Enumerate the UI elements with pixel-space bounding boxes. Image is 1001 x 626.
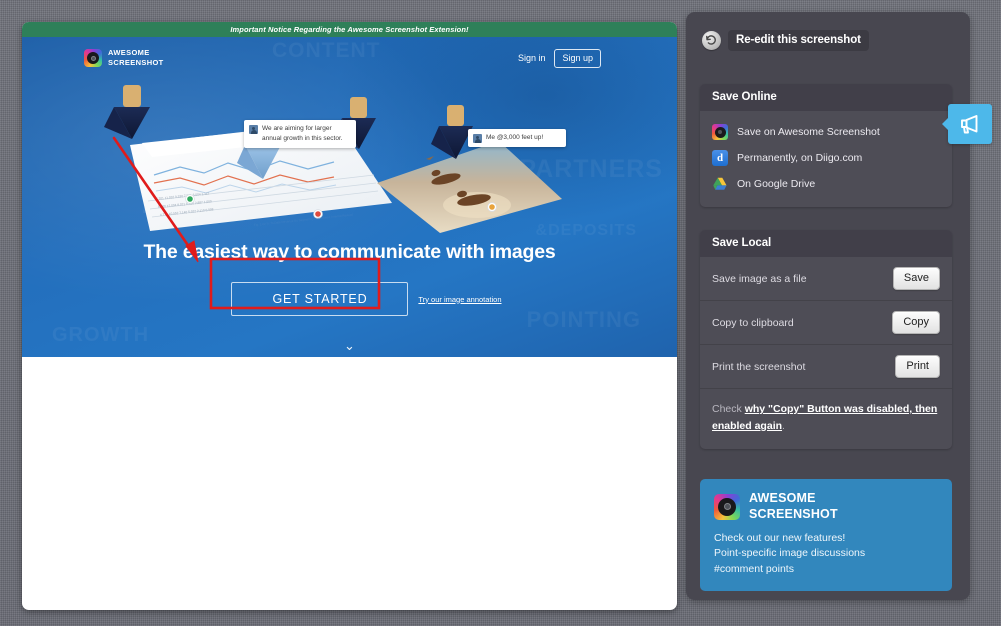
save-image-label: Save image as a file: [712, 272, 807, 285]
promo-body-line-1: Check out our new features!: [714, 532, 846, 544]
cta-row: GET STARTED Try our image annotation: [22, 282, 677, 316]
site-nav: AWESOME SCREENSHOT Sign in Sign up: [22, 37, 677, 79]
save-on-diigo-item[interactable]: d Permanently, on Diigo.com: [700, 145, 952, 171]
save-on-google-drive-item[interactable]: On Google Drive: [700, 171, 952, 197]
re-edit-label: Re-edit this screenshot: [728, 30, 869, 51]
copy-clipboard-label: Copy to clipboard: [712, 316, 794, 329]
brand-line-2: SCREENSHOT: [108, 58, 164, 67]
copy-note-prefix: Check: [712, 403, 745, 415]
save-online-item-label: Save on Awesome Screenshot: [737, 126, 880, 138]
save-local-card: Save Local Save image as a file Save Cop…: [700, 230, 952, 449]
camera-aperture-icon: [84, 49, 102, 67]
copy-clipboard-row: Copy to clipboard Copy: [700, 301, 952, 345]
promo-body-line-2: Point-specific image discussions: [714, 547, 866, 560]
site-logo[interactable]: AWESOME SCREENSHOT: [84, 48, 164, 68]
megaphone-icon: [961, 115, 978, 134]
nav-auth-group: Sign in Sign up: [518, 48, 601, 68]
illustration-avatar: [431, 105, 473, 159]
page-title: The easiest way to communicate with imag…: [143, 241, 556, 263]
promo-title: AWESOME SCREENSHOT: [749, 491, 838, 522]
comment-bubble: Me @3,000 feet up!: [468, 129, 566, 147]
hero-illustration: 7,201 11,032 9,330 7,551 3,004 1,112 5,9…: [104, 85, 562, 233]
copy-disabled-note: Check why "Copy" Button was disabled, th…: [700, 389, 952, 449]
google-drive-icon: [712, 176, 728, 192]
save-online-list: Save on Awesome Screenshot d Permanently…: [700, 111, 952, 207]
save-online-item-label: Permanently, on Diigo.com: [737, 152, 863, 164]
copy-button[interactable]: Copy: [892, 311, 940, 334]
undo-circle-icon: [702, 31, 721, 50]
hero-section: CONTENT PARTNERS &DEPOSITS POINTING GROW…: [22, 37, 677, 357]
re-edit-screenshot-button[interactable]: Re-edit this screenshot: [702, 30, 869, 51]
save-sidebar: Re-edit this screenshot Save Online Save…: [686, 12, 970, 600]
copy-note-suffix: .: [782, 419, 785, 432]
person-avatar-icon: [473, 134, 482, 143]
feedback-tab-button[interactable]: [942, 104, 992, 144]
awesome-screenshot-icon: [714, 493, 740, 520]
comment-bubble-text: Me @3,000 feet up!: [486, 134, 544, 141]
comment-bubble-text: We are aiming for larger annual growth i…: [262, 125, 343, 142]
screenshot-preview-panel[interactable]: Important Notice Regarding the Awesome S…: [22, 22, 677, 610]
save-button[interactable]: Save: [892, 267, 940, 290]
print-screenshot-row: Print the screenshot Print: [700, 345, 952, 389]
hero-copy: The easiest way to communicate with imag…: [22, 241, 677, 316]
illustration-avatar: [104, 85, 150, 139]
person-avatar-icon: [249, 125, 258, 134]
promo-header: AWESOME SCREENSHOT: [714, 491, 938, 522]
print-screenshot-label: Print the screenshot: [712, 360, 806, 373]
sign-in-link[interactable]: Sign in: [518, 53, 546, 63]
save-local-title: Save Local: [700, 230, 952, 257]
chevron-down-icon[interactable]: ⌄: [22, 339, 677, 352]
save-online-item-label: On Google Drive: [737, 178, 816, 190]
save-image-row: Save image as a file Save: [700, 257, 952, 301]
promo-body: Check out our new features! Point-specif…: [714, 531, 938, 577]
promo-card[interactable]: AWESOME SCREENSHOT Check out our new fea…: [700, 479, 952, 592]
promo-body-line-3: #comment points: [714, 562, 794, 575]
comment-bubble: We are aiming for larger annual growth i…: [244, 120, 356, 148]
save-online-title: Save Online: [700, 84, 952, 111]
get-started-button[interactable]: GET STARTED: [231, 282, 409, 316]
print-button[interactable]: Print: [895, 355, 940, 378]
notice-bar: Important Notice Regarding the Awesome S…: [22, 22, 677, 37]
promo-title-line-2: SCREENSHOT: [749, 506, 838, 521]
promo-title-line-1: AWESOME: [749, 491, 816, 505]
try-image-annotation-link[interactable]: Try our image annotation: [418, 295, 501, 304]
copy-disabled-help-link[interactable]: why "Copy" Button was disabled, then ena…: [712, 403, 937, 432]
save-online-card: Save Online Save on Awesome Screenshot d…: [700, 84, 952, 207]
save-on-awesome-screenshot-item[interactable]: Save on Awesome Screenshot: [700, 119, 952, 145]
awesome-screenshot-icon: [712, 124, 728, 140]
illustration-photo-doc: [377, 141, 562, 233]
diigo-icon: d: [712, 150, 728, 166]
sign-up-button[interactable]: Sign up: [554, 48, 601, 68]
brand-line-1: AWESOME: [108, 48, 150, 58]
site-logo-text: AWESOME SCREENSHOT: [108, 48, 164, 68]
